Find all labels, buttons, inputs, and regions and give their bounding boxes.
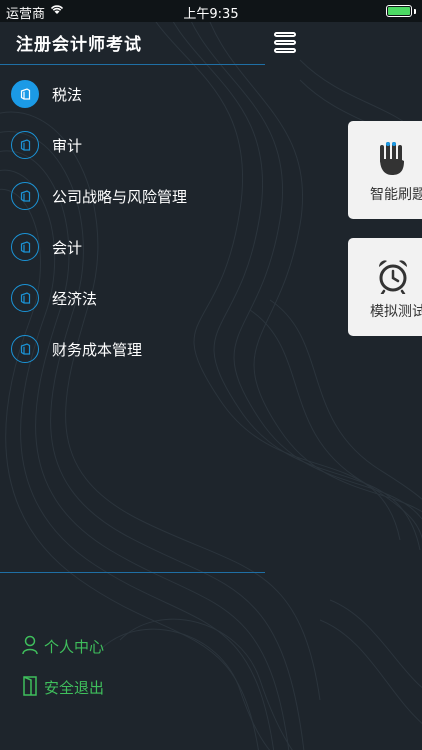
- status-bar: 运营商 上午9:35: [0, 0, 422, 22]
- subject-label: 会计: [52, 239, 83, 257]
- user-icon: [22, 635, 38, 655]
- book-icon: [11, 80, 39, 108]
- smart-practice-label: 智能刷题: [370, 187, 422, 203]
- logout-label: 安全退出: [44, 679, 105, 697]
- book-icon: [11, 131, 39, 159]
- menu-toggle-icon[interactable]: [274, 32, 298, 54]
- smart-practice-card[interactable]: 智能刷题: [348, 121, 422, 219]
- book-icon: [11, 182, 39, 210]
- subject-list: 税法 审计 公司战略与风险管理 会计 经济法 财务成本管理: [0, 68, 265, 374]
- hand-tap-icon: [380, 142, 404, 175]
- book-icon: [11, 284, 39, 312]
- subject-label: 审计: [52, 137, 83, 155]
- drawer-bottom-divider: [0, 572, 265, 573]
- subject-label: 税法: [52, 86, 83, 104]
- mock-test-label: 模拟测试: [370, 304, 422, 320]
- mock-test-card[interactable]: 模拟测试: [348, 238, 422, 336]
- drawer-top-divider: [0, 64, 265, 65]
- subject-item-shuifa[interactable]: 税法: [0, 68, 265, 119]
- subject-label: 公司战略与风险管理: [52, 188, 188, 206]
- alarm-clock-icon: [379, 260, 407, 294]
- subject-item-shenji[interactable]: 审计: [0, 119, 265, 170]
- subject-item-zhanlue[interactable]: 公司战略与风险管理: [0, 170, 265, 221]
- battery-cap: [414, 9, 416, 14]
- subject-item-jingjifa[interactable]: 经济法: [0, 272, 265, 323]
- battery-icon: [386, 5, 412, 17]
- status-time: 上午9:35: [183, 7, 239, 22]
- book-icon: [11, 335, 39, 363]
- personal-center-label: 个人中心: [44, 638, 105, 656]
- subject-item-caiwu[interactable]: 财务成本管理: [0, 323, 265, 374]
- subject-item-kuaiji[interactable]: 会计: [0, 221, 265, 272]
- door-exit-icon: [23, 676, 37, 696]
- drawer-title: 注册会计师考试: [16, 35, 142, 55]
- subject-label: 财务成本管理: [52, 341, 143, 359]
- book-icon: [11, 233, 39, 261]
- subject-label: 经济法: [52, 290, 98, 308]
